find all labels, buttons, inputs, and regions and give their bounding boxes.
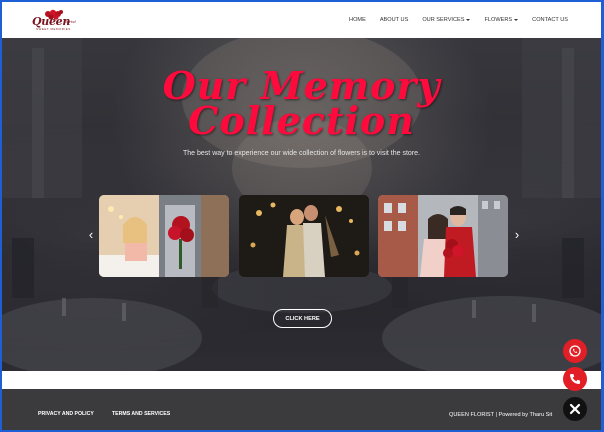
photo-carousel: ‹ › (86, 195, 522, 279)
whatsapp-icon (569, 345, 581, 357)
nav-services-label: OUR SERVICES (422, 17, 465, 23)
nav-our-services-dropdown[interactable]: OUR SERVICES (422, 17, 471, 23)
main-nav: HOME ABOUT US OUR SERVICES FLOWERS CONTA… (335, 2, 568, 38)
click-here-button[interactable]: CLICK HERE (273, 309, 332, 328)
nav-contact-label: CONTACT US (532, 17, 568, 23)
carousel-prev-arrow[interactable]: ‹ (86, 228, 96, 242)
photo-image (239, 195, 369, 277)
site-logo[interactable]: Queen florist SWEET MEMORIES (30, 8, 78, 34)
logo-tagline: SWEET MEMORIES (36, 27, 71, 31)
footer-copyright: QUEEN FLORIST | Powered by Tharu Sit (449, 412, 553, 418)
nav-contact-us[interactable]: CONTACT US (532, 17, 568, 23)
phone-call-button[interactable] (563, 367, 587, 391)
logo-script: florist (64, 19, 76, 24)
nav-about-label: ABOUT US (379, 17, 409, 23)
hero-title-line2: Collection (188, 98, 415, 143)
carousel-photo-couple-street[interactable] (378, 195, 508, 277)
whatsapp-button[interactable] (563, 339, 587, 363)
caret-down-icon (466, 19, 471, 21)
nav-home[interactable]: HOME (349, 17, 366, 23)
close-floating-menu-button[interactable] (563, 397, 587, 421)
hero-title: Our Memory Collection (2, 67, 601, 143)
browser-viewport: Queen florist SWEET MEMORIES HOME ABOUT … (2, 2, 601, 430)
photo-image (378, 195, 508, 277)
carousel-photo-couple-dancing[interactable] (239, 195, 369, 277)
nav-flowers-label: FLOWERS (484, 17, 513, 23)
close-icon (569, 403, 581, 415)
caret-down-icon (514, 19, 519, 21)
nav-about-us[interactable]: ABOUT US (380, 17, 409, 23)
carousel-next-arrow[interactable]: › (512, 228, 522, 242)
hero-subtitle: The best way to experience our wide coll… (183, 150, 420, 157)
site-footer: PRIVACY AND POLICY TERMS AND SERVICES QU… (2, 389, 601, 430)
nav-flowers-dropdown[interactable]: FLOWERS (484, 17, 519, 23)
hero-section: Our Memory Collection The best way to ex… (2, 38, 601, 371)
navbar: Queen florist SWEET MEMORIES HOME ABOUT … (2, 2, 601, 38)
photo-image (99, 195, 229, 277)
footer-terms-link[interactable]: TERMS AND SERVICES (112, 411, 170, 417)
nav-home-label: HOME (349, 17, 366, 23)
phone-icon (570, 374, 580, 384)
section-divider (2, 371, 601, 389)
carousel-photo-woman-roses[interactable] (99, 195, 229, 277)
footer-privacy-link[interactable]: PRIVACY AND POLICY (38, 411, 94, 417)
